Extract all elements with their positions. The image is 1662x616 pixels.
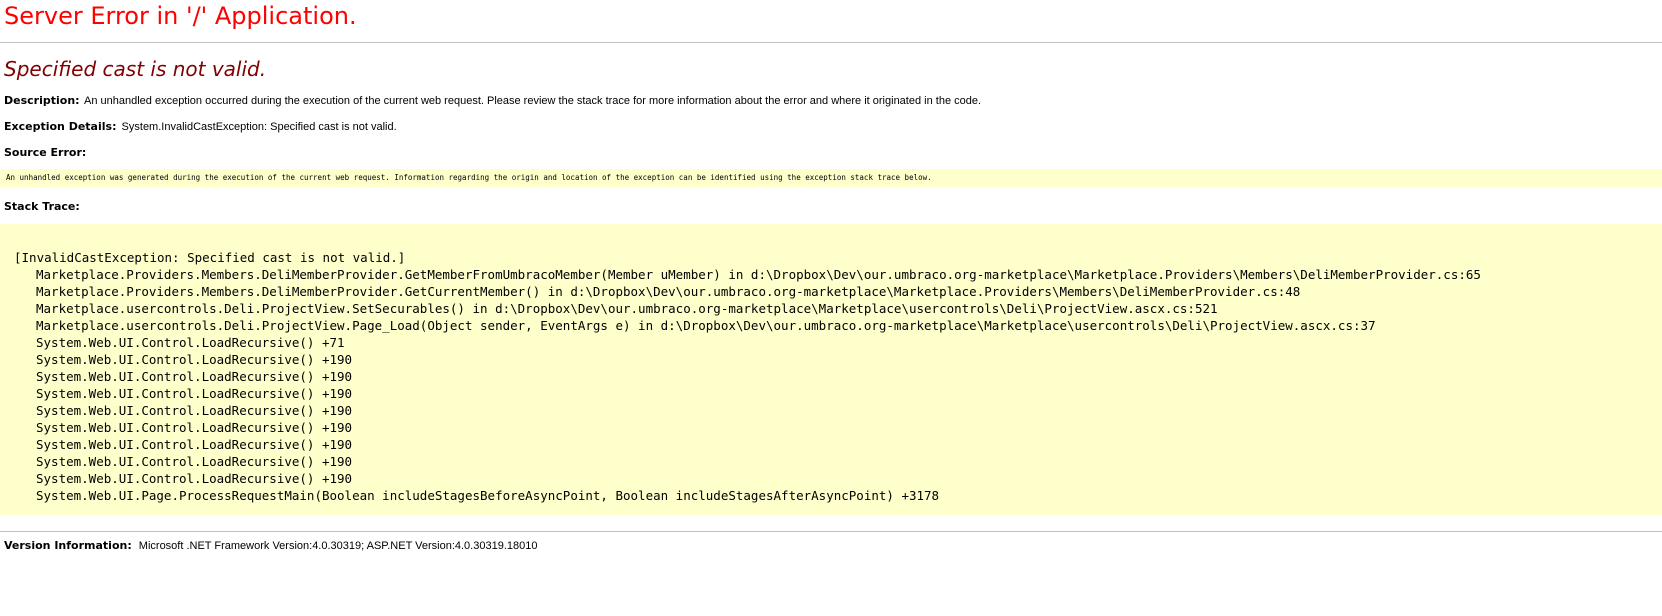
stack-frame: System.Web.UI.Control.LoadRecursive() +7… xyxy=(36,335,345,350)
exception-details-label: Exception Details: xyxy=(4,120,117,133)
stack-trace-box: [InvalidCastException: Specified cast is… xyxy=(0,224,1662,515)
description-section: Description: An unhandled exception occu… xyxy=(4,94,1658,108)
stack-frame: System.Web.UI.Page.ProcessRequestMain(Bo… xyxy=(36,488,940,503)
stack-frame: System.Web.UI.Control.LoadRecursive() +1… xyxy=(36,420,353,435)
stack-frame: Marketplace.usercontrols.Deli.ProjectVie… xyxy=(36,301,1218,316)
stack-frame: System.Web.UI.Control.LoadRecursive() +1… xyxy=(36,369,353,384)
stack-frame: Marketplace.Providers.Members.DeliMember… xyxy=(36,284,1301,299)
source-error-label: Source Error: xyxy=(4,146,87,159)
exception-details-section: Exception Details: System.InvalidCastExc… xyxy=(4,120,1658,134)
stack-frame: System.Web.UI.Control.LoadRecursive() +1… xyxy=(36,471,353,486)
exception-details-text: System.InvalidCastException: Specified c… xyxy=(121,121,397,133)
stack-trace-header: [InvalidCastException: Specified cast is… xyxy=(14,250,406,265)
stack-frame: System.Web.UI.Control.LoadRecursive() +1… xyxy=(36,403,353,418)
version-info-label: Version Information: xyxy=(4,539,132,552)
stack-frame: System.Web.UI.Control.LoadRecursive() +1… xyxy=(36,352,353,367)
version-divider xyxy=(0,531,1662,532)
source-error-box: An unhandled exception was generated dur… xyxy=(0,169,1662,187)
stack-trace-section: Stack Trace: xyxy=(4,200,1658,214)
source-error-text: An unhandled exception was generated dur… xyxy=(6,173,932,182)
description-label: Description: xyxy=(4,94,80,107)
error-page: Server Error in '/' Application. Specifi… xyxy=(0,0,1662,616)
stack-frame: System.Web.UI.Control.LoadRecursive() +1… xyxy=(36,386,353,401)
stack-frame: System.Web.UI.Control.LoadRecursive() +1… xyxy=(36,437,353,452)
version-info-text: Microsoft .NET Framework Version:4.0.303… xyxy=(138,540,538,552)
title-divider xyxy=(0,42,1662,43)
stack-frame: Marketplace.usercontrols.Deli.ProjectVie… xyxy=(36,318,1376,333)
stack-frame: Marketplace.Providers.Members.DeliMember… xyxy=(36,267,1481,282)
stack-frame: System.Web.UI.Control.LoadRecursive() +1… xyxy=(36,454,353,469)
version-info-section: Version Information: Microsoft .NET Fram… xyxy=(4,539,1658,553)
source-error-section: Source Error: xyxy=(4,146,1658,160)
error-message: Specified cast is not valid. xyxy=(4,57,267,81)
page-title: Server Error in '/' Application. xyxy=(4,2,357,30)
stack-trace-label: Stack Trace: xyxy=(4,200,80,213)
description-text: An unhandled exception occurred during t… xyxy=(84,95,982,107)
